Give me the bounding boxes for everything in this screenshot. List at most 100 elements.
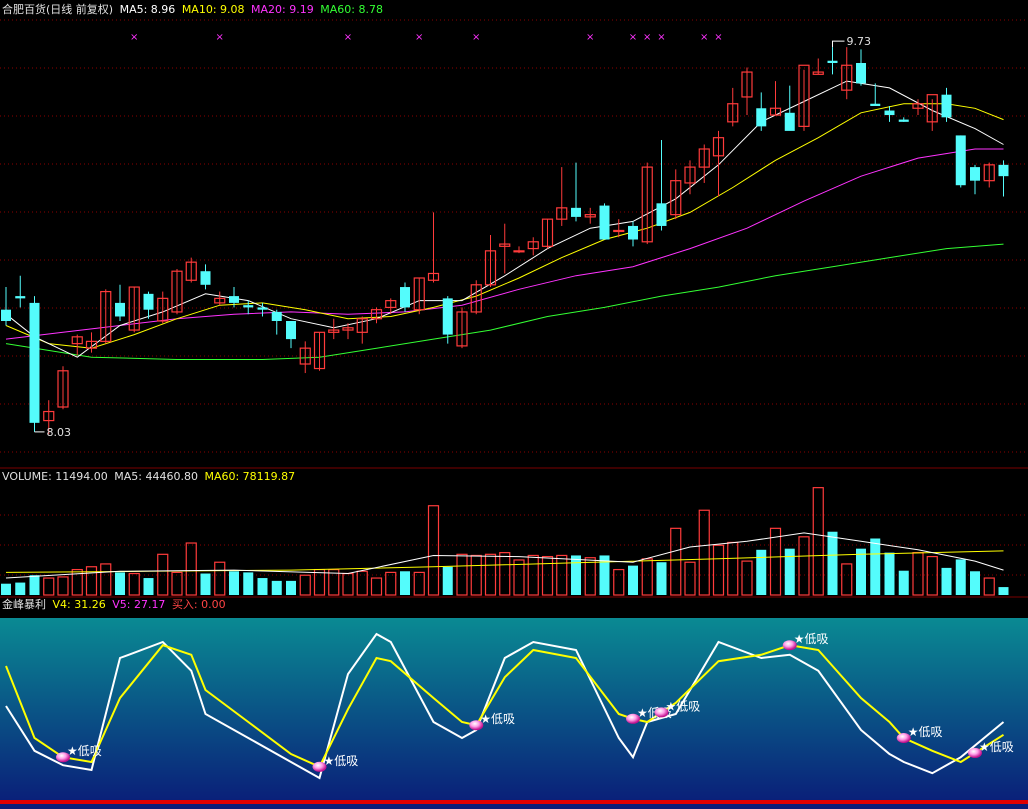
volume-bar: [484, 553, 497, 596]
candle-body: [898, 119, 909, 122]
candle: [115, 284, 125, 321]
candle-body: [571, 207, 581, 217]
volume-bar: [499, 552, 511, 596]
top-marker: ×: [216, 32, 224, 43]
candle: [898, 117, 909, 122]
candle: [656, 139, 667, 231]
volume-bar: [727, 541, 739, 596]
candle: [143, 291, 154, 319]
candle: [884, 106, 895, 122]
volume-bar: [628, 565, 638, 595]
candle: [741, 67, 753, 116]
volume-bar: [841, 563, 853, 596]
candle-body: [243, 305, 254, 308]
top-marker: ×: [643, 32, 651, 43]
candle: [712, 130, 725, 197]
price-panel: × × × × × × × × × × × 9.73 8.03: [1, 32, 1009, 439]
ma60-label: MA60: 8.78: [320, 3, 383, 16]
candle: [841, 47, 853, 100]
candle: [727, 87, 739, 127]
volume-bar: [200, 573, 211, 595]
volume-bar: [370, 577, 383, 596]
signal-label: ★低吸: [324, 754, 359, 768]
indicator-name: 金峰暴利: [2, 598, 46, 611]
indicator-baseline: [0, 800, 1028, 804]
volume-bar: [756, 549, 767, 595]
volume-bar: [641, 558, 653, 596]
stock-chart-window: × × × × × × × × × × × 9.73 8.03 ★低吸 ★低吸 ★低吸 ★低吸 ★低吸 ★低吸 ★低…: [0, 0, 1028, 809]
candle: [870, 83, 881, 106]
candle: [998, 160, 1009, 197]
grid-lines: [0, 19, 1028, 576]
top-marker: ×: [657, 32, 665, 43]
volume-bar: [698, 509, 710, 596]
chart-title: 合肥百货(日线 前复权): [2, 3, 114, 16]
volume-bar: [442, 566, 453, 595]
top-marker: ×: [700, 32, 708, 43]
candle-body: [784, 112, 795, 131]
candle: [100, 289, 112, 344]
volume-bar: [229, 571, 239, 595]
volume-bar: [998, 587, 1009, 595]
candle: [71, 334, 83, 355]
candle: [584, 207, 596, 224]
signal-label: ★低吸: [67, 744, 102, 758]
candle-body: [1, 309, 11, 321]
candle-body: [656, 203, 667, 226]
volume-header: VOLUME: 11494.00 MA5: 44460.80 MA60: 781…: [2, 470, 298, 484]
candle: [57, 366, 69, 410]
volume-bar: [115, 572, 125, 595]
candle: [499, 223, 511, 274]
candle: [769, 81, 782, 116]
top-marker: ×: [586, 32, 594, 43]
candle: [684, 160, 696, 195]
candle-body: [513, 250, 525, 253]
candle: [571, 162, 581, 222]
volume-bar: [185, 542, 197, 596]
volume-bar: [1, 583, 11, 595]
candle-body: [884, 110, 895, 116]
candle: [271, 309, 282, 335]
volume-bar: [970, 571, 980, 595]
buy-label: 买入: 0.00: [171, 598, 226, 611]
ma10-label: MA10: 9.08: [181, 3, 245, 16]
volume-ma5-label: MA5: 44460.80: [114, 470, 198, 483]
candle-body: [941, 94, 952, 118]
ma5-line: [5, 80, 1004, 358]
volume-bar: [712, 544, 725, 596]
candle-body: [143, 293, 154, 310]
volume-bar: [299, 574, 311, 596]
volume-label: VOLUME: 11494.00: [2, 470, 108, 483]
top-marker: ×: [714, 32, 722, 43]
volume-bar: [670, 527, 682, 596]
volume-bar: [271, 580, 282, 595]
candle-body: [200, 271, 211, 285]
volume-bar: [427, 505, 440, 596]
candle: [599, 203, 610, 240]
volume-panel: [1, 487, 1009, 596]
candle-body: [599, 205, 610, 240]
signal-label: ★低吸: [794, 632, 829, 646]
indicator-header: 金峰暴利 V4: 31.26 V5: 27.17 买入: 0.00: [2, 598, 229, 612]
candle-body: [628, 225, 638, 240]
volume-bar: [856, 548, 866, 595]
candle: [798, 64, 810, 131]
volume-ma60-line: [5, 550, 1004, 573]
volume-bar: [29, 575, 40, 595]
volume-bar: [157, 553, 169, 596]
volume-bar: [342, 572, 354, 596]
volume-bar: [798, 536, 810, 596]
volume-bar: [214, 561, 226, 596]
candle: [128, 286, 140, 333]
v4-label: V4: 31.26: [52, 598, 106, 611]
volume-bar: [100, 563, 112, 596]
volume-bar: [926, 555, 938, 596]
candle-body: [442, 298, 453, 335]
volume-bar: [257, 578, 268, 595]
top-marker: ×: [415, 32, 423, 43]
volume-bar: [571, 555, 581, 595]
candle-body: [400, 287, 410, 308]
candle: [541, 218, 554, 249]
volume-bar: [313, 568, 326, 596]
candle-body: [257, 307, 268, 310]
